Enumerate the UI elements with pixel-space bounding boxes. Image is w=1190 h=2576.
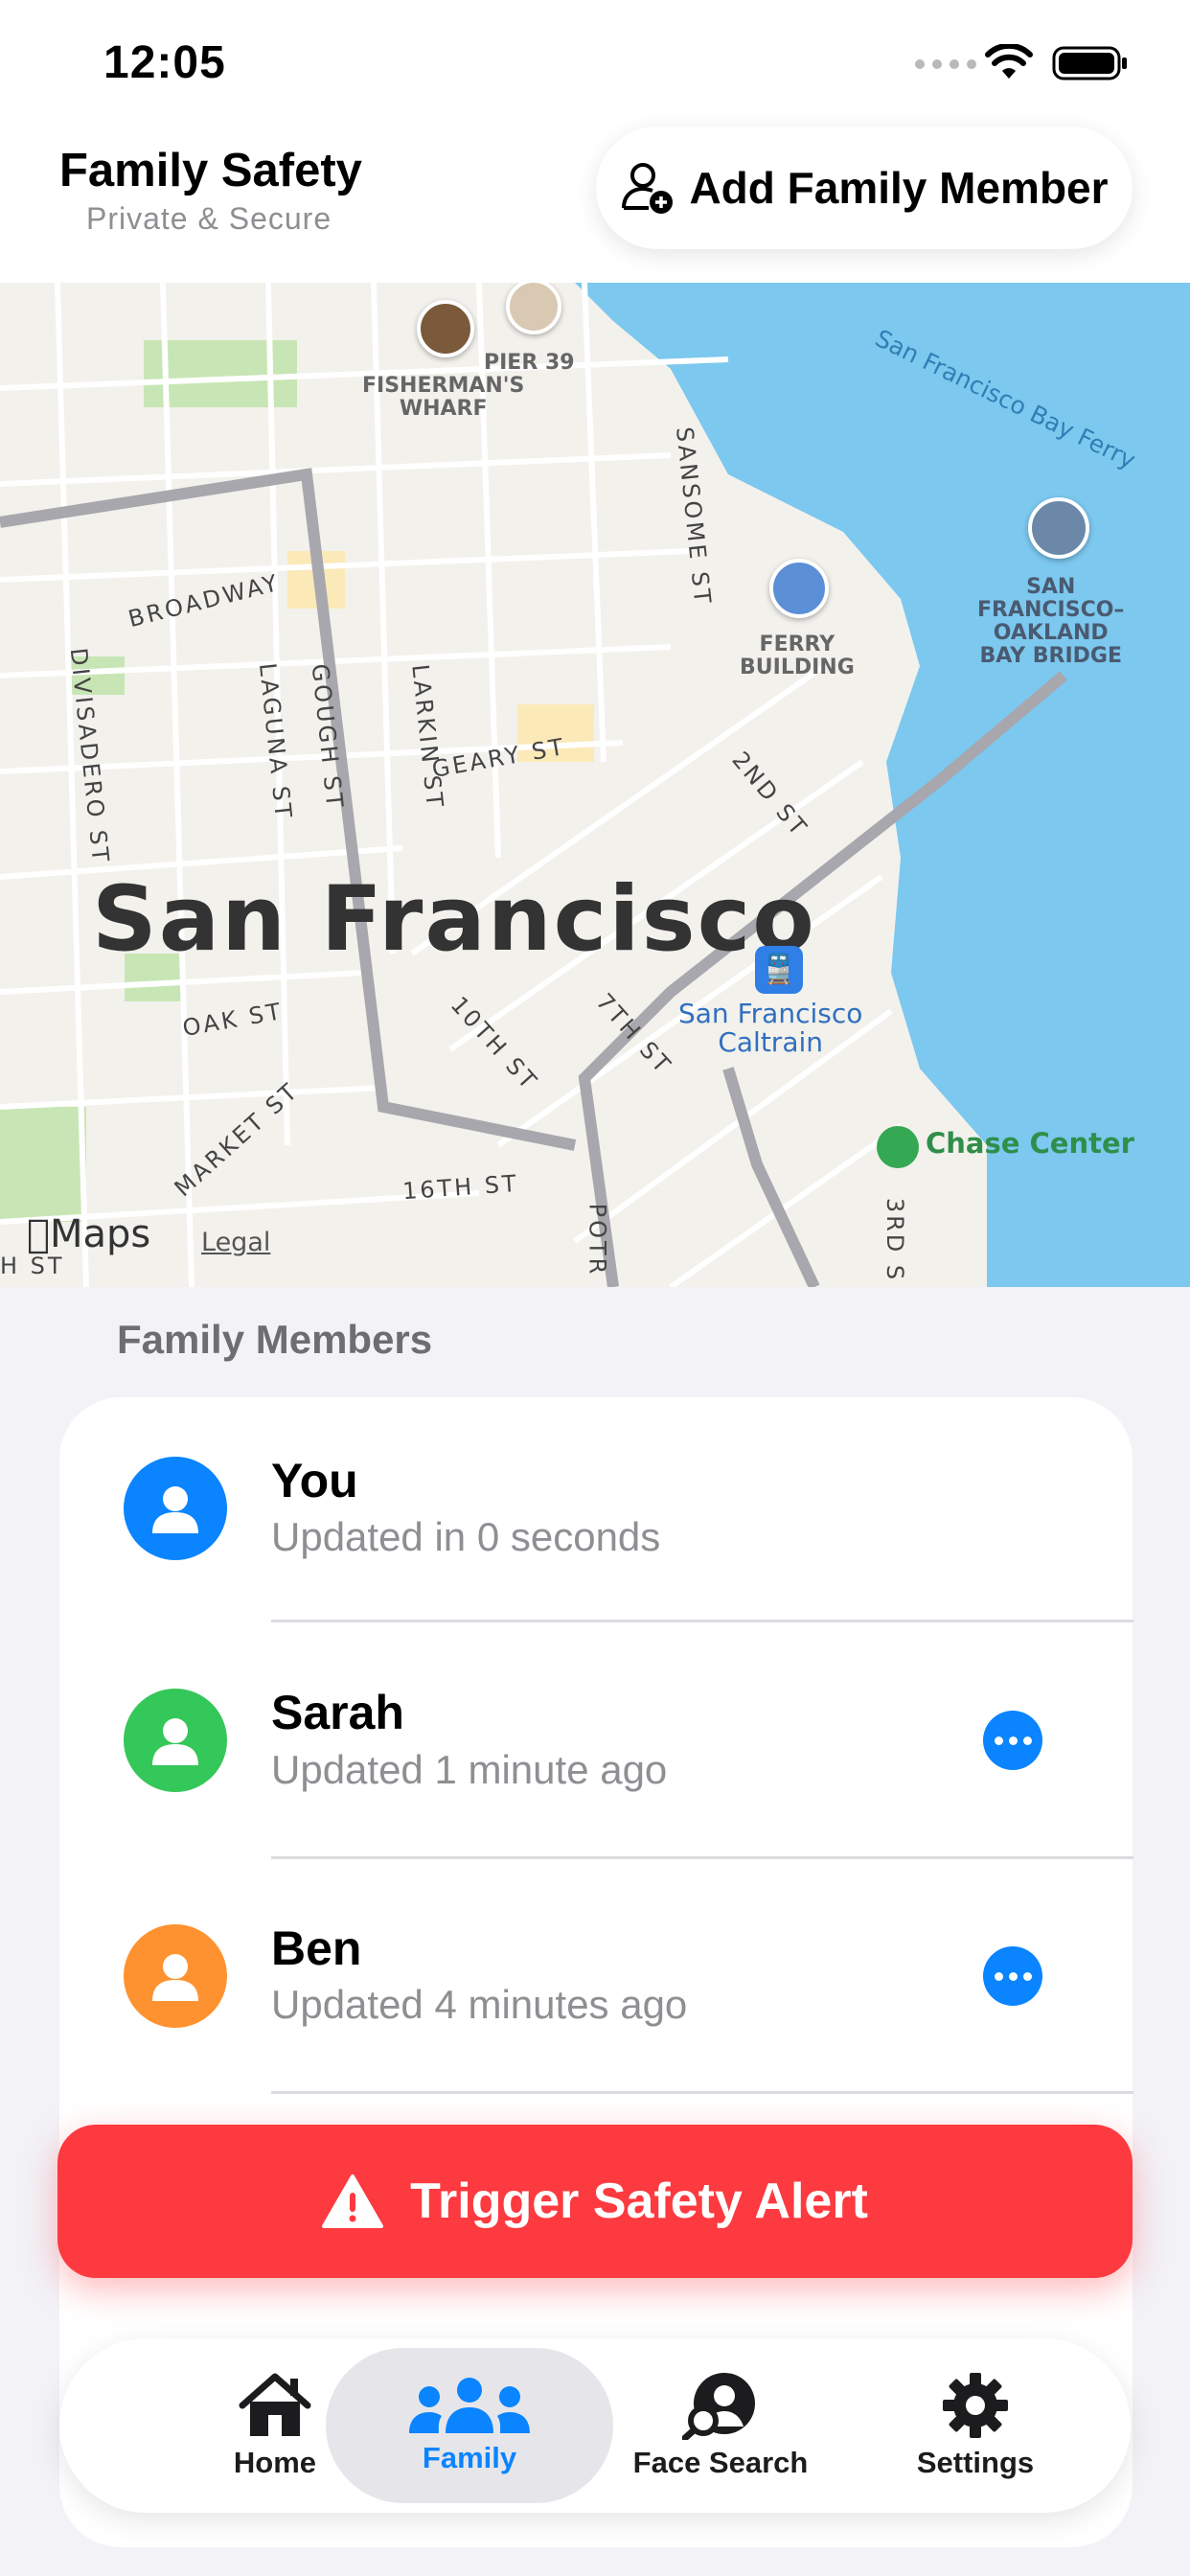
trigger-safety-alert-label: Trigger Safety Alert xyxy=(410,2174,868,2229)
tab-label: Home xyxy=(233,2446,317,2479)
poi-ferry-building: FERRY BUILDING xyxy=(740,632,855,679)
fishermans-wharf-pin[interactable] xyxy=(417,300,474,357)
row-divider xyxy=(271,1856,1133,1859)
poi-chase-center: Chase Center xyxy=(926,1127,1134,1160)
tab-label: Settings xyxy=(916,2446,1035,2479)
app-subtitle: Private & Secure xyxy=(86,201,332,236)
maps-attribution: Maps xyxy=(27,1212,150,1256)
add-family-member-button[interactable]: Add Family Member xyxy=(596,126,1133,249)
status-bar: 12:05 xyxy=(0,0,1190,125)
member-status: Updated 1 minute ago xyxy=(271,1747,668,1792)
battery-icon xyxy=(1052,46,1127,80)
legal-link[interactable]: Legal xyxy=(201,1228,270,1257)
person-avatar-icon xyxy=(124,1924,227,2028)
tab-bar: Home Family Face Search Settings xyxy=(59,2338,1131,2513)
person-avatar-icon xyxy=(124,1457,227,1560)
member-row-you[interactable]: You Updated in 0 seconds xyxy=(59,1397,1133,1627)
person-avatar-icon xyxy=(124,1689,227,1792)
map-city-label: San Francisco xyxy=(92,867,816,972)
house-icon xyxy=(239,2373,311,2436)
ferry-building-pin[interactable] xyxy=(769,559,829,618)
tab-family[interactable]: Family xyxy=(326,2348,613,2503)
face-search-icon xyxy=(682,2373,755,2440)
street-label: 3RD S xyxy=(881,1197,909,1283)
tab-settings[interactable]: Settings xyxy=(851,2348,1100,2503)
status-time: 12:05 xyxy=(103,37,226,88)
trigger-safety-alert-button[interactable]: Trigger Safety Alert xyxy=(57,2125,1133,2278)
member-row-sarah[interactable]: Sarah Updated 1 minute ago xyxy=(59,1632,1133,1862)
tab-face-search[interactable]: Face Search xyxy=(596,2348,845,2503)
poi-caltrain: San Francisco Caltrain xyxy=(678,998,863,1058)
row-divider xyxy=(271,2091,1133,2094)
poi-fishermans-wharf: FISHERMAN'S WHARF xyxy=(362,374,525,421)
member-status: Updated 4 minutes ago xyxy=(271,1982,688,2027)
street-label: POTR xyxy=(584,1203,611,1277)
apple-maps-logo: Maps xyxy=(27,1212,150,1256)
bay-bridge-pin[interactable] xyxy=(1028,497,1089,559)
add-person-icon xyxy=(622,163,674,214)
gear-icon xyxy=(943,2373,1008,2438)
people-icon xyxy=(409,2378,530,2433)
member-status: Updated in 0 seconds xyxy=(271,1514,661,1559)
street-label: H ST xyxy=(0,1253,65,1279)
warning-icon xyxy=(322,2174,384,2228)
caltrain-icon[interactable]: 🚆 xyxy=(755,946,803,994)
app-title: Family Safety xyxy=(59,145,362,196)
row-divider xyxy=(271,1620,1133,1622)
member-name: You xyxy=(271,1454,358,1507)
member-name: Sarah xyxy=(271,1686,404,1739)
poi-pier39: PIER 39 xyxy=(484,351,575,375)
more-options-button[interactable] xyxy=(983,1946,1042,2006)
family-members-heading: Family Members xyxy=(117,1317,433,1362)
tab-label: Face Search xyxy=(632,2446,809,2479)
chase-center-icon[interactable] xyxy=(877,1126,919,1168)
member-name: Ben xyxy=(271,1921,362,1975)
add-family-member-label: Add Family Member xyxy=(689,163,1109,213)
app-header: Family Safety Private & Secure Add Famil… xyxy=(0,125,1190,283)
family-map[interactable]: San Francisco BROADWAY DIVISADERO ST LAG… xyxy=(0,283,1190,1287)
wifi-icon xyxy=(985,44,1033,79)
tab-label: Family xyxy=(422,2441,517,2474)
more-options-button[interactable] xyxy=(983,1711,1042,1770)
poi-bay-bridge: SAN FRANCISCO– OAKLAND BAY BRIDGE xyxy=(977,575,1125,668)
cellular-signal-icon xyxy=(915,59,976,69)
member-row-ben[interactable]: Ben Updated 4 minutes ago xyxy=(59,1867,1133,2097)
